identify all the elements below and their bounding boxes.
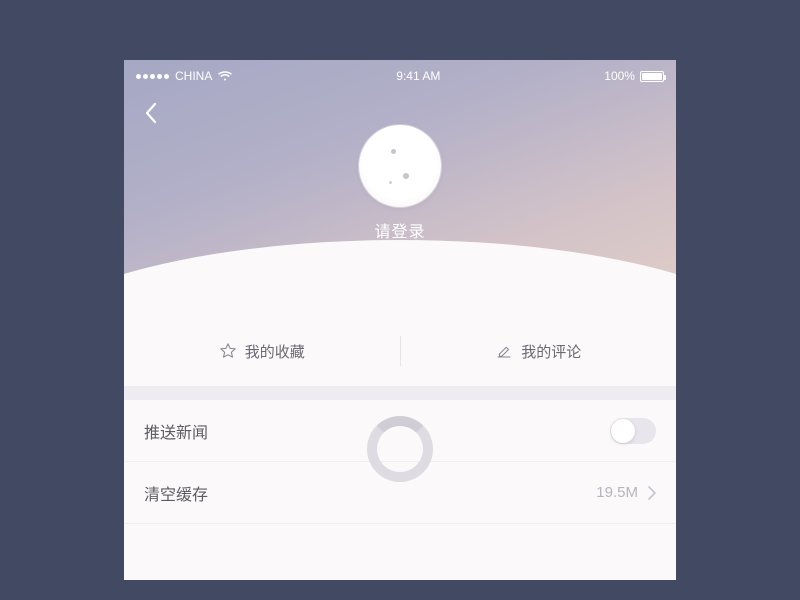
star-icon — [219, 342, 237, 360]
status-right: 100% — [604, 69, 664, 83]
carrier-label: CHINA — [175, 69, 212, 83]
toggle-knob — [611, 419, 635, 443]
row-clear-cache-label: 清空缓存 — [144, 481, 208, 505]
chevron-right-icon — [648, 486, 656, 500]
status-time: 9:41 AM — [396, 69, 440, 83]
battery-percent: 100% — [604, 69, 635, 83]
phone-frame: CHINA 9:41 AM 100% 请登录 我的收藏 — [124, 60, 676, 580]
section-divider — [124, 386, 676, 400]
login-prompt[interactable]: 请登录 — [124, 218, 676, 242]
tab-favorites-label: 我的收藏 — [245, 341, 305, 362]
avatar[interactable] — [359, 125, 441, 207]
cache-size: 19.5M — [596, 484, 638, 501]
loading-spinner-icon — [367, 416, 433, 482]
edit-icon — [495, 342, 513, 360]
status-bar: CHINA 9:41 AM 100% — [124, 66, 676, 86]
signal-dots-icon — [136, 74, 169, 79]
status-left: CHINA — [136, 69, 232, 83]
back-button[interactable] — [136, 98, 166, 128]
tabs: 我的收藏 我的评论 — [124, 316, 676, 386]
tab-comments[interactable]: 我的评论 — [401, 316, 677, 386]
chevron-left-icon — [144, 102, 158, 124]
tab-favorites[interactable]: 我的收藏 — [124, 316, 400, 386]
wifi-icon — [218, 71, 232, 82]
push-news-toggle[interactable] — [610, 418, 656, 444]
battery-icon — [640, 71, 664, 82]
tab-comments-label: 我的评论 — [521, 341, 581, 362]
row-push-news-label: 推送新闻 — [144, 419, 208, 443]
